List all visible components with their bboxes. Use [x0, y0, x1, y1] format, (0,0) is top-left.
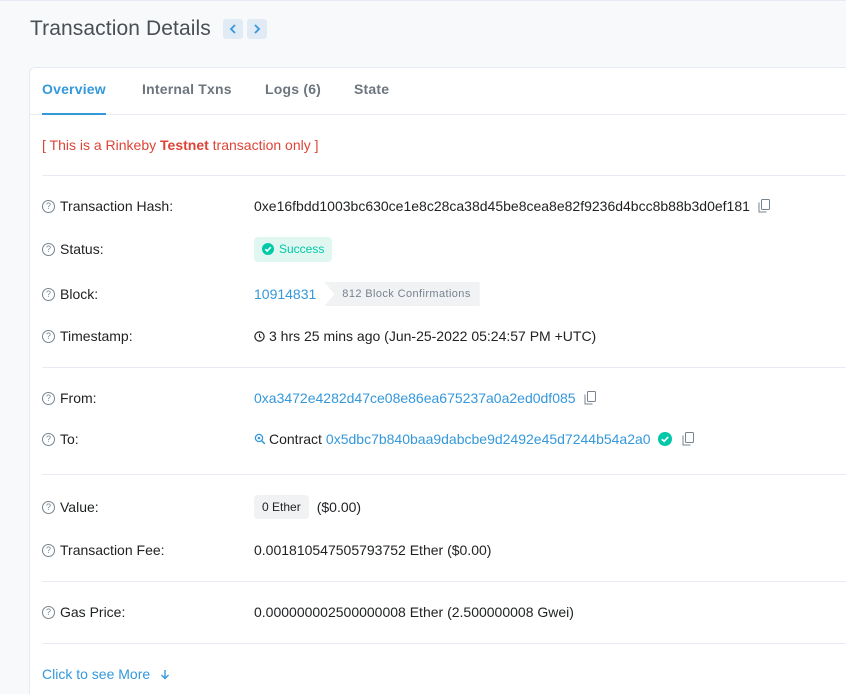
next-transaction-button[interactable] [246, 19, 267, 39]
status-label-wrap: ? Status: [42, 237, 104, 261]
from-label: From: [60, 390, 97, 406]
fee-value-wrap: 0.001810547505793752 Ether ($0.00) [254, 538, 491, 562]
tx-hash-value-wrap: 0xe16fbdd1003bc630ce1e8c28ca38d45be8cea8… [254, 194, 770, 218]
to-address-link[interactable]: 0x5dbc7b840baa9dabcbe9d2492e45d7244b54a2… [326, 431, 651, 447]
from-row: ? From: 0xa3472e4282d47ce08e86ea675237a0a… [42, 386, 846, 410]
divider [42, 643, 846, 644]
divider [42, 474, 846, 475]
top-border [0, 0, 846, 1]
clock-icon [254, 330, 265, 342]
value-label-wrap: ? Value: [42, 495, 99, 519]
tx-hash-row: ? Transaction Hash: 0xe16fbdd1003bc630ce1… [42, 194, 846, 218]
help-icon[interactable]: ? [42, 199, 55, 213]
tab-internal-txns[interactable]: Internal Txns [142, 68, 232, 115]
status-value-wrap: Success [254, 236, 333, 262]
help-icon[interactable]: ? [42, 605, 55, 619]
gas-label-wrap: ? Gas Price: [42, 600, 125, 624]
timestamp-value: 3 hrs 25 mins ago (Jun-25-2022 05:24:57 … [269, 328, 597, 344]
page-title: Transaction Details [30, 17, 211, 40]
from-label-wrap: ? From: [42, 386, 97, 410]
notice-prefix: [ This is a Rinkeby [42, 137, 161, 153]
value-label: Value: [60, 499, 99, 515]
tab-state[interactable]: State [354, 68, 389, 115]
value-row: ? Value: 0 Ether ($0.00) [42, 495, 846, 519]
divider [42, 367, 846, 368]
block-row: ? Block: 10914831 812 Block Confirmations [42, 282, 846, 306]
help-icon[interactable]: ? [42, 500, 55, 514]
transaction-card: Overview Internal Txns Logs (6) State [ … [29, 67, 846, 694]
timestamp-row: ? Timestamp: 3 hrs 25 mins ago (Jun-25-20… [42, 324, 846, 348]
tab-logs[interactable]: Logs (6) [265, 68, 321, 115]
value-value-wrap: 0 Ether ($0.00) [254, 495, 361, 519]
copy-icon[interactable] [682, 432, 694, 446]
to-value-wrap: Contract 0x5dbc7b840baa9dabcbe9d2492e45d… [254, 427, 694, 451]
copy-icon[interactable] [758, 199, 770, 213]
notice-suffix: transaction only ] [208, 137, 319, 153]
fee-label-wrap: ? Transaction Fee: [42, 538, 165, 562]
verified-check-icon [657, 432, 672, 446]
to-label: To: [60, 431, 79, 447]
notice-testnet: Testnet [160, 137, 209, 153]
value-usd: ($0.00) [316, 499, 362, 515]
divider [42, 175, 846, 176]
fee-label: Transaction Fee: [60, 542, 165, 558]
timestamp-label-wrap: ? Timestamp: [42, 324, 133, 348]
gas-row: ? Gas Price: 0.000000002500000008 Ether (… [42, 600, 846, 624]
contract-search-icon [254, 433, 266, 445]
to-row: ? To: Contract 0x5dbc7b840baa9dabcbe9d249… [42, 427, 846, 451]
help-icon[interactable]: ? [42, 432, 55, 446]
chevron-right-icon [254, 24, 261, 34]
help-icon[interactable]: ? [42, 329, 55, 343]
timestamp-label: Timestamp: [60, 328, 133, 344]
copy-icon[interactable] [584, 391, 596, 405]
arrow-down-icon [160, 669, 170, 680]
testnet-notice: [ This is a Rinkeby Testnet transaction … [42, 137, 319, 153]
tx-hash-value: 0xe16fbdd1003bc630ce1e8c28ca38d45be8cea8… [254, 198, 750, 214]
gas-label: Gas Price: [60, 604, 126, 620]
tab-overview[interactable]: Overview [42, 68, 106, 115]
fee-value: 0.001810547505793752 Ether ($0.00) [254, 542, 492, 558]
block-label: Block: [60, 286, 99, 302]
confirmations-badge: 812 Block Confirmations [324, 282, 480, 306]
from-address-link[interactable]: 0xa3472e4282d47ce08e86ea675237a0a2ed0df0… [254, 390, 576, 406]
help-icon[interactable]: ? [42, 543, 55, 557]
from-value-wrap: 0xa3472e4282d47ce08e86ea675237a0a2ed0df0… [254, 386, 596, 410]
tx-hash-label: Transaction Hash: [60, 198, 174, 214]
gas-value-wrap: 0.000000002500000008 Ether (2.500000008 … [254, 600, 574, 624]
title-row: Transaction Details [30, 17, 267, 41]
ether-amount-badge: 0 Ether [254, 495, 309, 519]
gas-value: 0.000000002500000008 Ether (2.500000008 … [254, 604, 574, 620]
tab-bar: Overview Internal Txns Logs (6) State [30, 68, 846, 115]
status-label: Status: [60, 241, 104, 257]
block-value-wrap: 10914831 812 Block Confirmations [254, 282, 480, 306]
block-label-wrap: ? Block: [42, 282, 98, 306]
timestamp-value-wrap: 3 hrs 25 mins ago (Jun-25-2022 05:24:57 … [254, 324, 596, 348]
contract-prefix: Contract [269, 431, 322, 447]
help-icon[interactable]: ? [42, 391, 55, 405]
to-label-wrap: ? To: [42, 427, 79, 451]
fee-row: ? Transaction Fee: 0.001810547505793752 E… [42, 538, 846, 562]
prev-transaction-button[interactable] [222, 19, 243, 39]
help-icon[interactable]: ? [42, 242, 55, 256]
status-text: Success [279, 242, 325, 256]
divider [42, 581, 846, 582]
status-badge: Success [254, 236, 333, 262]
status-row: ? Status: Success [42, 236, 846, 262]
check-circle-icon [262, 243, 274, 255]
tx-hash-label-wrap: ? Transaction Hash: [42, 194, 173, 218]
click-to-see-more-link[interactable]: Click to see More [42, 666, 170, 682]
help-icon[interactable]: ? [42, 287, 55, 301]
block-number-link[interactable]: 10914831 [254, 286, 316, 302]
more-label: Click to see More [42, 666, 151, 682]
chevron-left-icon [229, 24, 236, 34]
